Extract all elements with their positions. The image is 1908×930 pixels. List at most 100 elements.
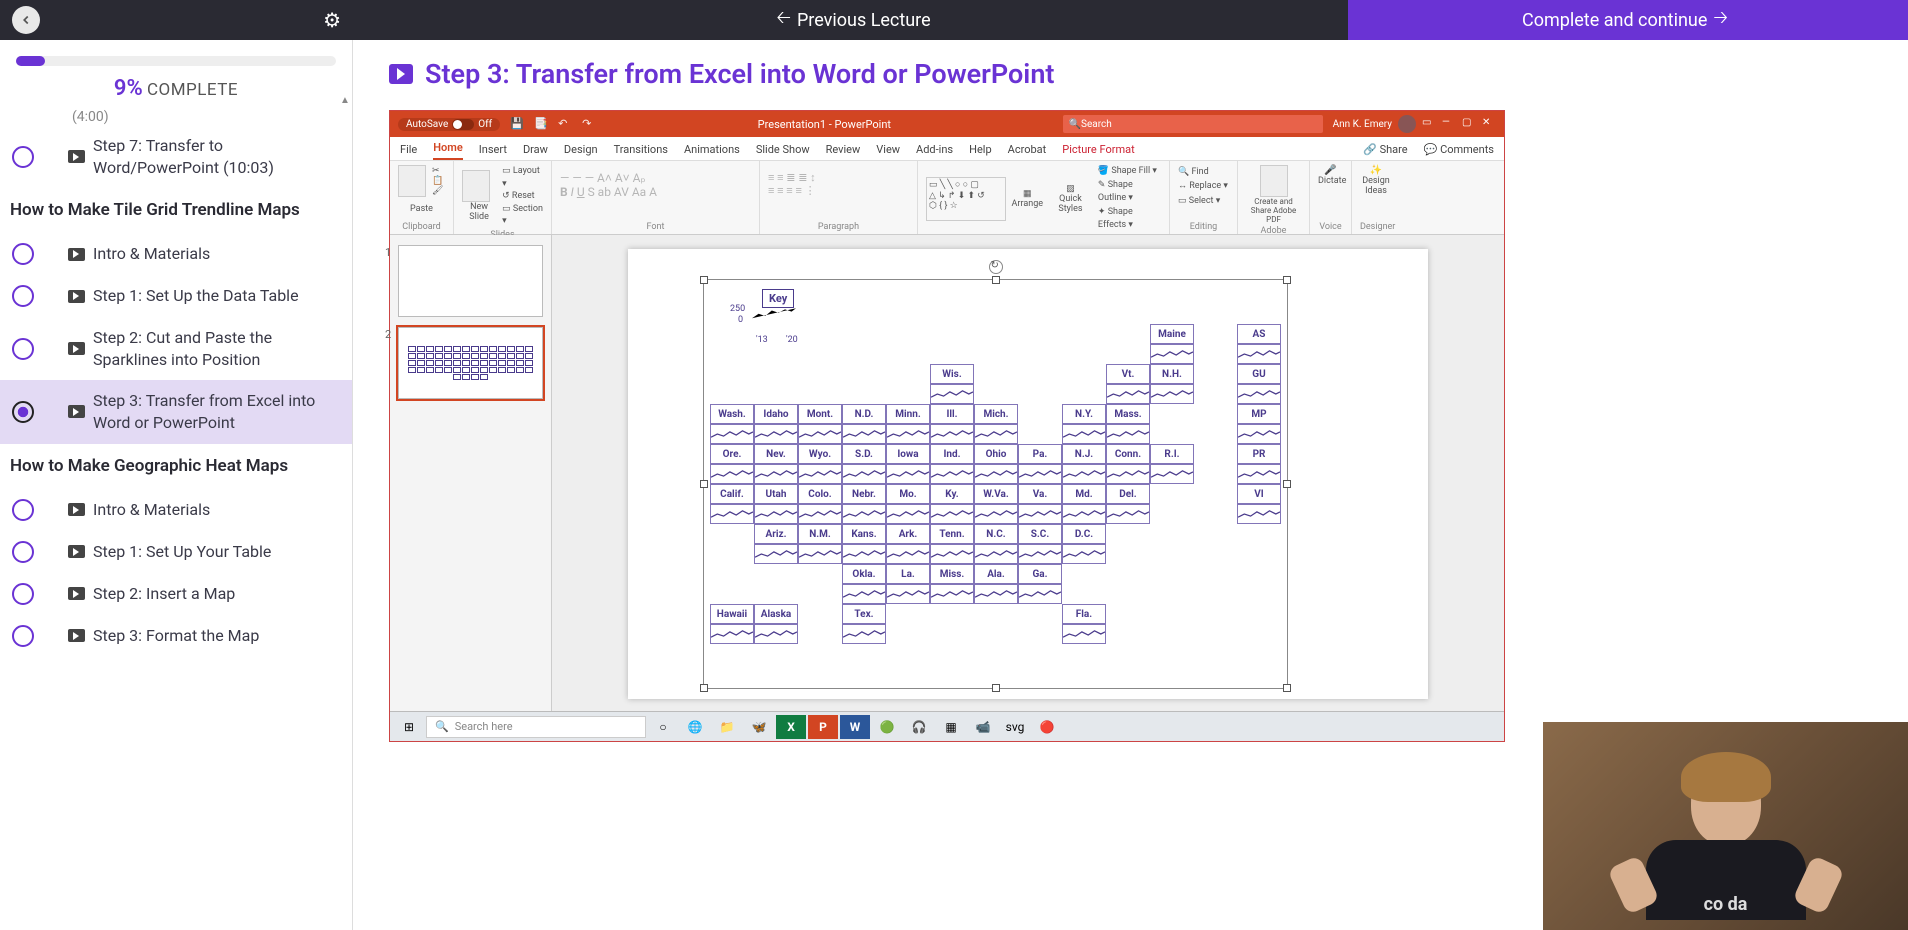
app-icon[interactable]: 🎧	[904, 715, 934, 739]
lesson-item-heat-step3[interactable]: Step 3: Format the Map	[0, 615, 352, 657]
new-slide-icon[interactable]	[462, 170, 490, 202]
tab-help[interactable]: Help	[969, 143, 992, 160]
lecture-title-text: Step 3: Transfer from Excel into Word or…	[425, 58, 1054, 90]
state-sparkline-cell	[974, 624, 1018, 644]
user-account[interactable]: Ann K. Emery ▭ — ▢ ✕	[1333, 115, 1496, 133]
lesson-label: Step 3: Format the Map	[93, 625, 259, 647]
state-sparkline-cell	[886, 344, 930, 364]
excel-icon[interactable]: X	[776, 715, 806, 739]
explorer-icon[interactable]: 📁	[712, 715, 742, 739]
state-label-cell: Kans.	[842, 524, 886, 544]
undo-icon[interactable]: ↶	[558, 117, 572, 131]
qat-icon[interactable]: 📑	[534, 117, 548, 131]
resize-handle[interactable]	[1283, 480, 1291, 488]
state-label-cell: Conn.	[1106, 444, 1150, 464]
share-button[interactable]: 🔗 Share	[1363, 143, 1407, 160]
thumbnail-1[interactable]: 1	[398, 245, 543, 317]
state-sparkline-cell	[1150, 624, 1194, 644]
app-icon[interactable]: 📹	[968, 715, 998, 739]
course-sidebar[interactable]: 9% COMPLETE (4:00) Step 7: Transfer to W…	[0, 40, 353, 930]
resize-handle[interactable]	[992, 684, 1000, 692]
word-icon[interactable]: W	[840, 715, 870, 739]
arrange-button[interactable]: ▦Arrange	[1012, 189, 1044, 209]
tab-home[interactable]: Home	[433, 141, 463, 160]
app-icon[interactable]: ▦	[936, 715, 966, 739]
resize-handle[interactable]	[700, 276, 708, 284]
app-icon[interactable]: 🦋	[744, 715, 774, 739]
ppt-search-box[interactable]: 🔍 Search	[1063, 115, 1323, 133]
lesson-item-step3-current[interactable]: Step 3: Transfer from Excel into Word or…	[0, 380, 352, 443]
redo-icon[interactable]: ↷	[582, 117, 596, 131]
tab-insert[interactable]: Insert	[479, 143, 507, 160]
cortana-icon[interactable]: ○	[648, 715, 678, 739]
state-sparkline-cell	[1062, 584, 1106, 604]
tab-review[interactable]: Review	[826, 143, 861, 160]
lesson-item-heat-step1[interactable]: Step 1: Set Up Your Table	[0, 531, 352, 573]
resize-handle[interactable]	[700, 480, 708, 488]
quick-styles-button[interactable]: ▨Quick Styles	[1049, 184, 1092, 214]
tab-picture-format[interactable]: Picture Format	[1062, 143, 1134, 160]
shapes-gallery[interactable]: ▭ ╲ ╲ ○ ○ ▢△ ↳ ↱ ⬇ ⬆ ↺⬡ { } ☆	[926, 177, 1006, 221]
tab-acrobat[interactable]: Acrobat	[1008, 143, 1047, 160]
avatar-icon	[1398, 115, 1416, 133]
lesson-item-step2[interactable]: Step 2: Cut and Paste the Sparklines int…	[0, 317, 352, 380]
state-label-cell	[974, 324, 1018, 344]
tab-design[interactable]: Design	[564, 143, 598, 160]
save-icon[interactable]: 💾	[510, 117, 524, 131]
comments-button[interactable]: 💬 Comments	[1424, 143, 1494, 160]
lesson-item-step1[interactable]: Step 1: Set Up the Data Table	[0, 275, 352, 317]
state-sparkline-cell	[1106, 504, 1150, 524]
resize-handle[interactable]	[992, 276, 1000, 284]
state-label-cell	[754, 324, 798, 344]
lesson-item-heat-step2[interactable]: Step 2: Insert a Map	[0, 573, 352, 615]
app-icon[interactable]: 🟢	[872, 715, 902, 739]
tab-slideshow[interactable]: Slide Show	[756, 143, 810, 160]
tab-file[interactable]: File	[400, 143, 417, 160]
state-sparkline-cell	[710, 344, 754, 364]
state-sparkline-cell	[930, 424, 974, 444]
group-label: Designer	[1360, 222, 1392, 232]
tab-animations[interactable]: Animations	[684, 143, 740, 160]
previous-lecture-button[interactable]: 🡠 Previous Lecture	[353, 0, 1348, 40]
state-sparkline-cell	[1018, 424, 1062, 444]
ribbon-display-icon[interactable]: ▭	[1422, 117, 1436, 131]
state-label-cell	[1062, 324, 1106, 344]
territory-label-cell	[1237, 524, 1281, 544]
paste-icon[interactable]	[398, 165, 426, 197]
minimize-icon[interactable]: —	[1442, 117, 1456, 131]
maximize-icon[interactable]: ▢	[1462, 117, 1476, 131]
territory-sparkline-cell	[1237, 424, 1281, 444]
back-button[interactable]	[12, 6, 40, 34]
lesson-label: Step 1: Set Up Your Table	[93, 541, 271, 563]
tab-draw[interactable]: Draw	[523, 143, 548, 160]
start-button[interactable]: ⊞	[394, 715, 424, 739]
thumbnail-2-selected[interactable]: 2 /* mini cells rendered below via JS */	[398, 327, 543, 399]
pdf-icon[interactable]	[1260, 165, 1288, 197]
close-icon[interactable]: ✕	[1482, 117, 1496, 131]
chrome-icon[interactable]: 🌐	[680, 715, 710, 739]
state-sparkline-cell	[842, 384, 886, 404]
state-label-cell	[1194, 484, 1238, 504]
resize-handle[interactable]	[1283, 684, 1291, 692]
autosave-toggle[interactable]: AutoSave Off	[398, 118, 500, 131]
settings-gear-icon[interactable]: ⚙	[323, 8, 341, 32]
state-sparkline-cell	[886, 504, 930, 524]
state-sparkline-cell	[1150, 384, 1194, 404]
rotate-handle-icon[interactable]	[989, 260, 1003, 274]
complete-continue-button[interactable]: Complete and continue 🡢	[1348, 0, 1908, 40]
tab-addins[interactable]: Add-ins	[916, 143, 953, 160]
resize-handle[interactable]	[700, 684, 708, 692]
powerpoint-icon[interactable]: P	[808, 715, 838, 739]
taskbar-search[interactable]: 🔍 Search here	[426, 716, 646, 738]
tab-view[interactable]: View	[876, 143, 900, 160]
lesson-item-intro[interactable]: Intro & Materials	[0, 233, 352, 275]
record-icon[interactable]: 🔴	[1032, 715, 1062, 739]
resize-handle[interactable]	[1283, 276, 1291, 284]
slide-canvas[interactable]: Key 250 0 '13 '20 MaineWis.Vt.N.H.Wash.I…	[552, 235, 1504, 719]
lesson-item-heat-intro[interactable]: Intro & Materials	[0, 489, 352, 531]
state-sparkline-cell	[710, 464, 754, 484]
lesson-item-step7[interactable]: Step 7: Transfer to Word/PowerPoint (10:…	[0, 125, 352, 188]
app-icon[interactable]: svg	[1000, 715, 1030, 739]
tab-transitions[interactable]: Transitions	[614, 143, 668, 160]
state-sparkline-cell	[842, 424, 886, 444]
